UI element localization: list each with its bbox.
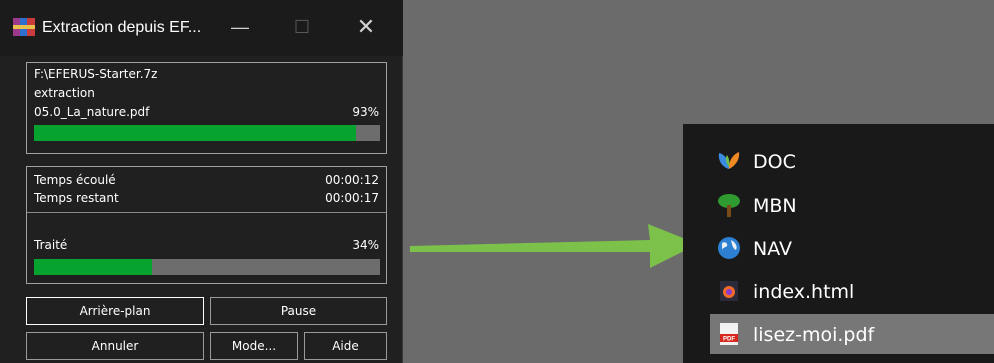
- close-button[interactable]: ✕: [352, 14, 380, 40]
- extraction-dialog: Extraction depuis EF... — ☐ ✕ F:\EFERUS-…: [0, 0, 403, 363]
- file-percent: 93%: [352, 105, 379, 119]
- list-item-selected[interactable]: PDF lisez-moi.pdf: [710, 314, 994, 354]
- processed-percent: 34%: [352, 238, 379, 252]
- file-progress-fill: [34, 125, 356, 141]
- divider: [27, 212, 386, 213]
- title-bar[interactable]: Extraction depuis EF... — ☐ ✕: [0, 0, 403, 56]
- operation-label: extraction: [34, 86, 95, 100]
- pause-button[interactable]: Pause: [210, 297, 387, 325]
- total-progress-bar: [34, 259, 380, 275]
- elapsed-label: Temps écoulé: [34, 173, 116, 187]
- maximize-button[interactable]: ☐: [288, 14, 316, 40]
- item-label: DOC: [753, 151, 796, 173]
- green-arrow-icon: [410, 224, 698, 268]
- msn-butterfly-icon: [718, 152, 740, 169]
- list-item[interactable]: DOC: [710, 141, 994, 181]
- svg-text:PDF: PDF: [723, 337, 735, 343]
- pdf-icon: PDF: [720, 323, 738, 345]
- firefox-html-icon: [720, 281, 738, 301]
- remaining-label: Temps restant: [34, 191, 119, 205]
- total-progress-group: Temps écoulé 00:00:12 Temps restant 00:0…: [26, 166, 387, 284]
- item-label: NAV: [753, 238, 792, 260]
- winrar-icon: [13, 18, 35, 36]
- globe-icon: [718, 237, 740, 259]
- item-label: index.html: [753, 281, 855, 303]
- file-progress-bar: [34, 125, 380, 141]
- item-label: MBN: [753, 195, 797, 217]
- help-button[interactable]: Aide: [304, 332, 387, 360]
- list-item[interactable]: NAV: [710, 228, 994, 268]
- processed-label: Traité: [34, 238, 68, 252]
- file-list: DOC MBN NAV index.html PDF lisez-moi.pdf: [683, 124, 994, 363]
- current-file: 05.0_La_nature.pdf: [34, 105, 150, 119]
- archive-path: F:\EFERUS-Starter.7z: [34, 67, 158, 81]
- elapsed-value: 00:00:12: [325, 173, 379, 187]
- mode-button[interactable]: Mode...: [210, 332, 298, 360]
- total-progress-fill: [34, 259, 152, 275]
- background-button[interactable]: Arrière-plan: [26, 297, 204, 325]
- window-title: Extraction depuis EF...: [42, 19, 202, 36]
- remaining-value: 00:00:17: [325, 191, 379, 205]
- list-item[interactable]: MBN: [710, 185, 994, 225]
- item-label: lisez-moi.pdf: [753, 324, 875, 346]
- list-item[interactable]: index.html: [710, 271, 994, 311]
- file-progress-group: F:\EFERUS-Starter.7z extraction 05.0_La_…: [26, 62, 387, 154]
- minimize-button[interactable]: —: [226, 14, 254, 40]
- cancel-button[interactable]: Annuler: [26, 332, 204, 360]
- tree-icon: [718, 194, 740, 217]
